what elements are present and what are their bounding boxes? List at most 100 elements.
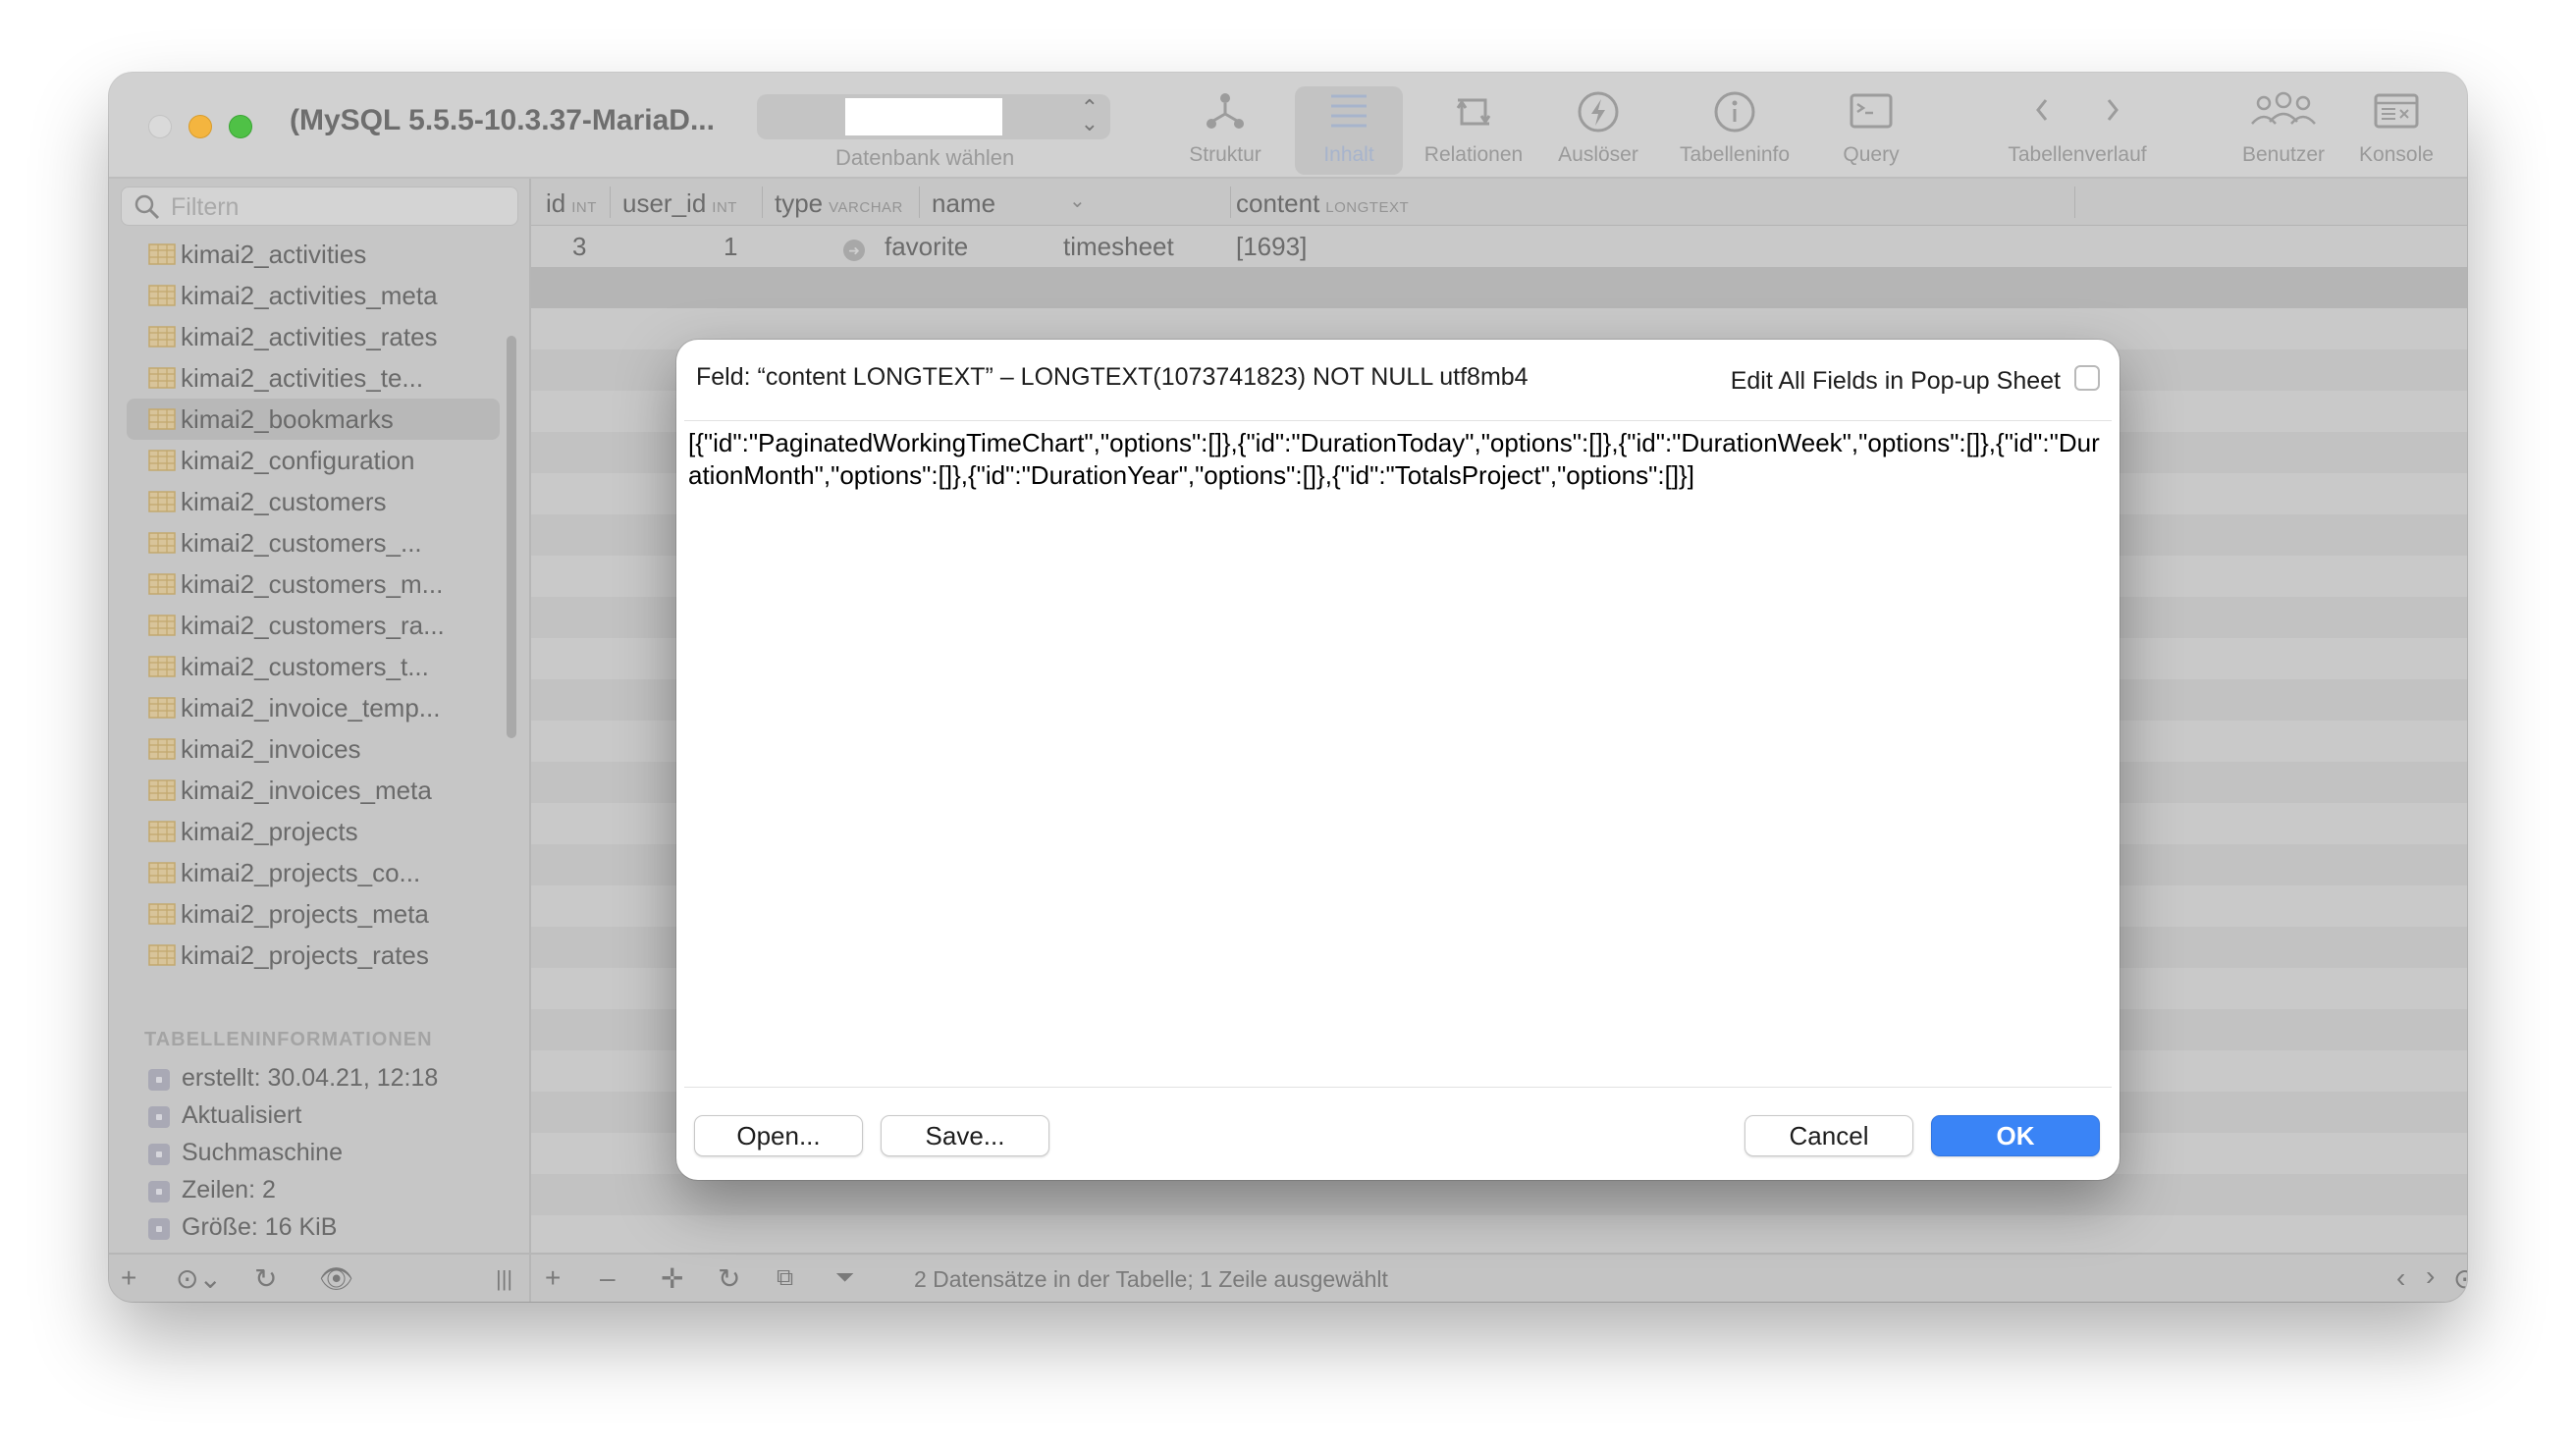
toolbar-console-label: Konsole: [2359, 143, 2434, 166]
minimize-window-button[interactable]: [188, 115, 212, 138]
refresh-rows-button[interactable]: ↻: [718, 1262, 740, 1295]
toolbar-users-label: Benutzer: [2241, 143, 2326, 166]
table-row[interactable]: 3 1 ➜ favorite timesheet [1693]: [531, 226, 2467, 267]
table-icon: [148, 615, 176, 636]
column-divider[interactable]: [762, 187, 763, 218]
foreign-key-arrow-icon[interactable]: ➜: [843, 240, 865, 261]
toolbar-content-button[interactable]: Inhalt: [1295, 86, 1403, 175]
table-name: kimai2_projects_co...: [181, 858, 421, 887]
structure-icon: [1207, 93, 1244, 129]
table-list-item[interactable]: kimai2_activities_meta: [127, 275, 500, 316]
add-table-button[interactable]: +: [121, 1262, 136, 1294]
column-content-name: content: [1236, 188, 1320, 218]
back-arrow-icon: [2036, 99, 2048, 121]
toolbar-triggers-button[interactable]: Auslöser: [1548, 86, 1648, 175]
toolbar-table-history-label: Tabellenverlauf: [2008, 143, 2147, 166]
column-header-content[interactable]: content LONGTEXT: [1236, 188, 1409, 219]
table-list-item[interactable]: kimai2_customers_m...: [127, 563, 500, 605]
table-list-item[interactable]: kimai2_customers_ra...: [127, 605, 500, 646]
table-list-item[interactable]: kimai2_projects_rates: [127, 935, 500, 976]
table-list-item[interactable]: kimai2_activities_rates: [127, 316, 500, 357]
ok-button[interactable]: OK: [1931, 1115, 2100, 1156]
column-divider[interactable]: [2074, 187, 2075, 218]
filter-field[interactable]: Filtern: [121, 187, 518, 226]
status-text: 2 Datensätze in der Tabelle; 1 Zeile aus…: [914, 1266, 1388, 1292]
edit-all-fields-label: Edit All Fields in Pop-up Sheet: [1730, 367, 2061, 395]
open-button[interactable]: Open...: [694, 1115, 863, 1156]
column-user-id-name: user_id: [622, 188, 707, 218]
sidebar: Filtern kimai2_activities kimai2_activiti…: [109, 179, 531, 1253]
table-info-text: Zeilen: 2: [182, 1176, 276, 1204]
toolbar-table-history: Tabellenverlauf: [1984, 86, 2171, 175]
column-header-user-id[interactable]: user_id INT: [622, 188, 737, 219]
cell-content[interactable]: [1693]: [1236, 232, 1307, 262]
edit-row-button[interactable]: ⧉: [777, 1264, 793, 1292]
table-list-item[interactable]: kimai2_projects_co...: [127, 852, 500, 893]
next-page-icon[interactable]: ›: [2426, 1260, 2435, 1292]
toggle-info-eye-button[interactable]: 👁: [319, 1262, 354, 1295]
cell-type[interactable]: favorite: [885, 232, 968, 262]
toolbar-query-button[interactable]: Query: [1827, 86, 1915, 175]
table-list-item[interactable]: kimai2_activities: [127, 234, 500, 275]
column-divider[interactable]: [1230, 187, 1231, 218]
table-list-item[interactable]: kimai2_customers: [127, 481, 500, 522]
table-list-item[interactable]: kimai2_invoice_temp...: [127, 687, 500, 728]
cancel-button[interactable]: Cancel: [1744, 1115, 1913, 1156]
empty-table-row: [531, 1174, 2467, 1215]
sidebar-scrollbar[interactable]: [507, 336, 516, 738]
table-icon: [148, 450, 176, 471]
database-selector[interactable]: ⌃ ⌄: [757, 94, 1110, 139]
column-header-id[interactable]: id INT: [546, 188, 597, 219]
table-list-item[interactable]: kimai2_customers_...: [127, 522, 500, 563]
field-content-textarea[interactable]: [{"id":"PaginatedWorkingTimeChart","opti…: [684, 420, 2112, 1088]
table-name: kimai2_configuration: [181, 446, 415, 475]
add-row-button[interactable]: +: [545, 1262, 561, 1294]
pagination-menu-button[interactable]: ⊙: [2453, 1262, 2467, 1295]
info-bullet-icon: [148, 1106, 170, 1128]
toolbar-table-info-button[interactable]: Tabelleninfo: [1666, 86, 1803, 175]
table-list-item[interactable]: kimai2_invoices: [127, 728, 500, 770]
save-button[interactable]: Save...: [881, 1115, 1049, 1156]
table-actions-menu-button[interactable]: ⊙⌄: [176, 1262, 222, 1295]
table-list-item[interactable]: kimai2_configuration: [127, 440, 500, 481]
toolbar-triggers-label: Auslöser: [1558, 143, 1638, 166]
info-bullet-icon: [148, 1144, 170, 1165]
empty-table-row: [531, 1215, 2467, 1257]
delete-row-button[interactable]: –: [600, 1262, 616, 1294]
table-list-item[interactable]: kimai2_projects: [127, 811, 500, 852]
toolbar-console-button[interactable]: Konsole: [2347, 86, 2445, 175]
column-id-name: id: [546, 188, 566, 218]
sidebar-resize-handle[interactable]: |||: [496, 1266, 512, 1292]
cell-id[interactable]: 3: [572, 232, 586, 262]
table-info-text: Größe: 16 KiB: [182, 1213, 338, 1241]
toolbar-users-button[interactable]: Benutzer: [2229, 86, 2337, 175]
column-header-name[interactable]: name ⌄: [932, 188, 1086, 219]
table-name: kimai2_invoices_meta: [181, 776, 432, 805]
toolbar-structure-button[interactable]: Struktur: [1181, 86, 1269, 175]
table-icon: [148, 656, 176, 677]
column-header-type[interactable]: type VARCHAR: [775, 188, 903, 219]
table-list: kimai2_activities kimai2_activities_metak…: [127, 234, 500, 980]
table-list-item[interactable]: kimai2_bookmarks: [127, 399, 500, 440]
table-name: kimai2_customers_ra...: [181, 611, 445, 640]
table-name: kimai2_activities_meta: [181, 281, 438, 310]
duplicate-row-button[interactable]: ✛: [661, 1262, 683, 1295]
table-list-item[interactable]: kimai2_projects_meta: [127, 893, 500, 935]
table-list-item[interactable]: kimai2_activities_te...: [127, 357, 500, 399]
cell-user-id[interactable]: 1: [724, 232, 737, 262]
table-list-item[interactable]: kimai2_customers_t...: [127, 646, 500, 687]
trigger-icon: [1578, 91, 1619, 133]
column-divider[interactable]: [919, 187, 920, 218]
table-list-item[interactable]: kimai2_invoices_meta: [127, 770, 500, 811]
toolbar-relations-button[interactable]: Relationen: [1415, 86, 1532, 175]
maximize-window-button[interactable]: [229, 115, 252, 138]
previous-page-icon[interactable]: ‹: [2396, 1262, 2405, 1294]
close-window-button[interactable]: [148, 115, 172, 138]
database-selector-label: Datenbank wählen: [835, 145, 1015, 170]
column-divider[interactable]: [610, 187, 611, 218]
edit-all-fields-checkbox[interactable]: [2074, 365, 2100, 391]
relations-icon: [1456, 98, 1491, 126]
refresh-tables-button[interactable]: ↻: [254, 1262, 277, 1295]
filter-rows-icon[interactable]: ⏷: [835, 1264, 854, 1292]
cell-name[interactable]: timesheet: [1063, 232, 1174, 262]
